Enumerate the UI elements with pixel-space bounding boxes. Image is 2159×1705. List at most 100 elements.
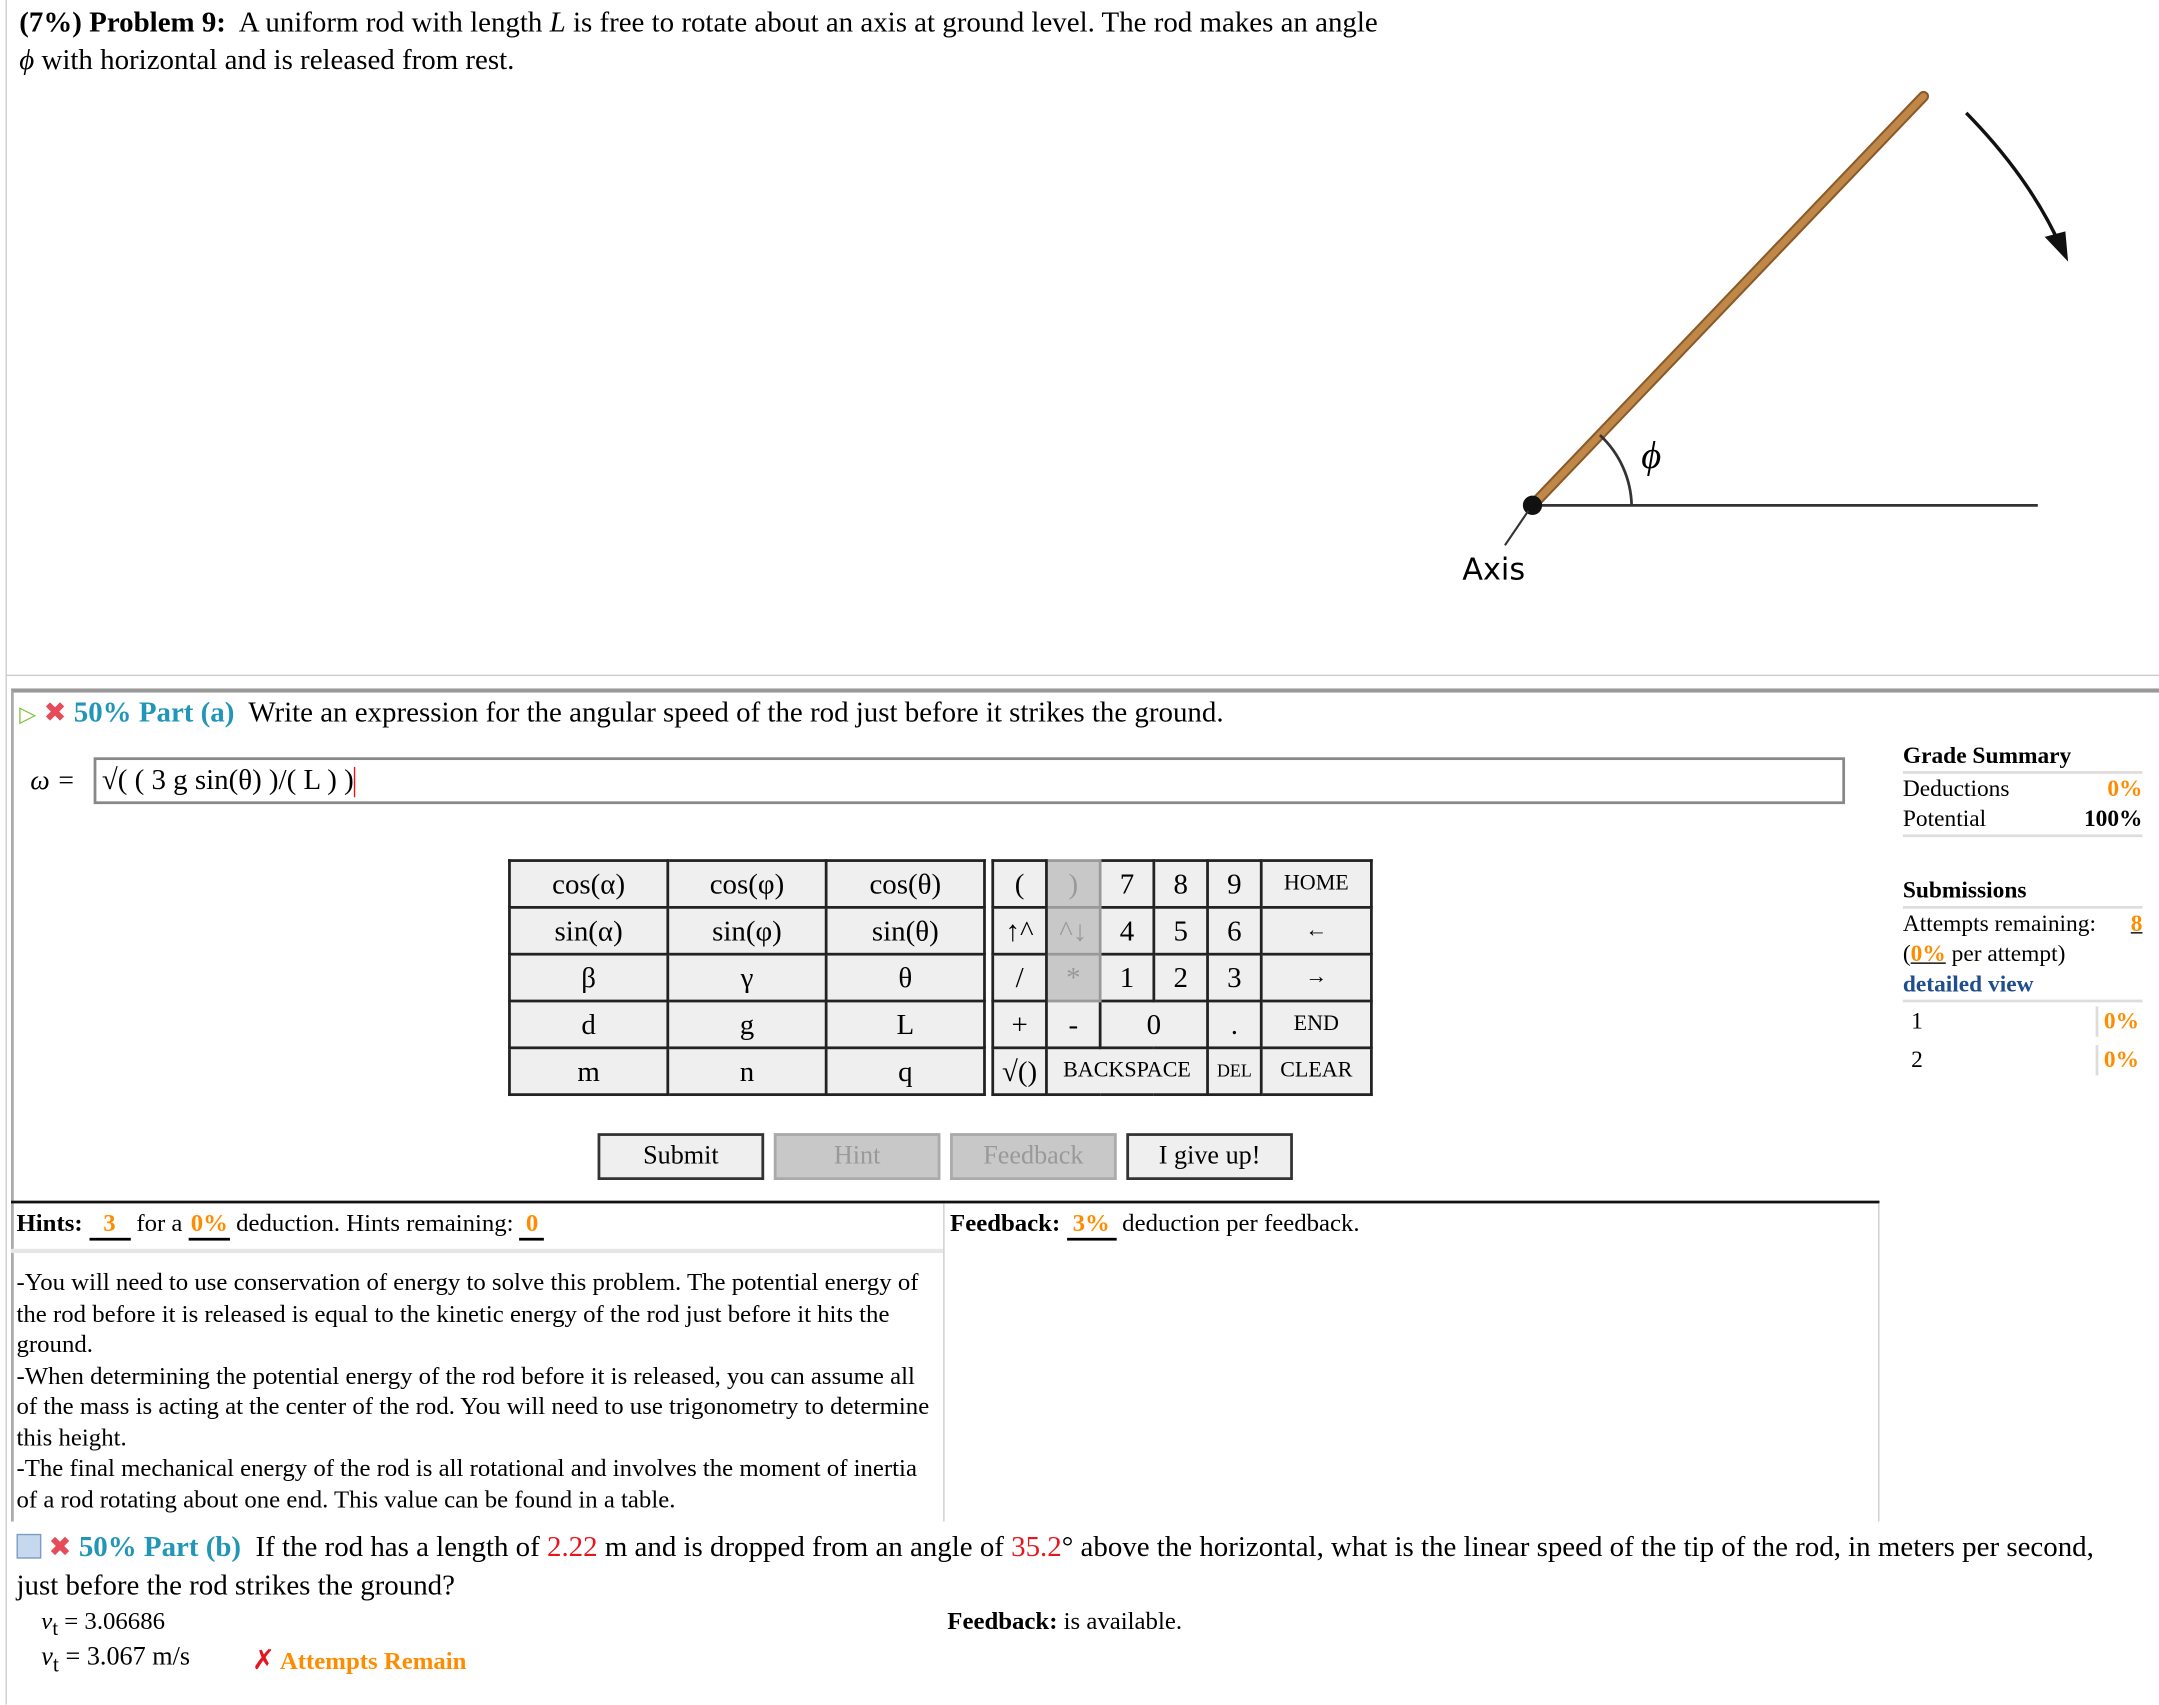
- part-a-question: Write an expression for the angular spee…: [248, 695, 1224, 729]
- expand-arrow-icon[interactable]: ▷: [19, 704, 36, 727]
- submission-number: 2: [1911, 1046, 1923, 1073]
- key-beta[interactable]: β: [508, 952, 670, 1003]
- formatted-answer: vt = 3.067 m/s: [41, 1643, 190, 1679]
- hints-header: Hints: 3 for a 0% deduction. Hints remai…: [11, 1203, 944, 1253]
- key-plus[interactable]: +: [991, 999, 1048, 1050]
- hints-remaining: 0: [519, 1209, 545, 1241]
- part-b-text: m and is dropped from an angle of: [604, 1529, 1004, 1563]
- hints-deduction: 0%: [188, 1209, 230, 1241]
- key-gamma[interactable]: γ: [666, 952, 828, 1003]
- angle-arc: [1599, 434, 1634, 506]
- angle-label: ϕ: [1641, 435, 1661, 477]
- per-attempt-value: 0%: [1910, 940, 1946, 967]
- key-9[interactable]: 9: [1206, 859, 1263, 909]
- key-cos-phi[interactable]: cos(φ): [666, 859, 828, 909]
- hints-body: -You will need to use conservation of en…: [11, 1253, 943, 1515]
- part-b-feedback: Feedback: is available.: [947, 1607, 1182, 1636]
- collapse-icon[interactable]: [16, 1533, 42, 1559]
- hints-label: Hints:: [16, 1208, 83, 1237]
- key-6[interactable]: 6: [1206, 906, 1263, 956]
- text-caret: [353, 767, 356, 798]
- key-clear[interactable]: CLEAR: [1259, 1046, 1373, 1097]
- key-minus[interactable]: -: [1045, 999, 1102, 1050]
- key-del[interactable]: DEL: [1206, 1046, 1263, 1097]
- give-up-button[interactable]: I give up!: [1126, 1133, 1293, 1181]
- key-L[interactable]: L: [824, 999, 986, 1050]
- answer-input[interactable]: √( ( 3 g sin(θ) )/( L ) ): [93, 757, 1846, 805]
- key-superscript[interactable]: ↑^: [991, 906, 1048, 956]
- key-q[interactable]: q: [824, 1046, 986, 1097]
- key-left-arrow[interactable]: ←: [1259, 906, 1373, 956]
- panel-border: [1878, 1203, 1880, 1522]
- divider: [5, 674, 2159, 677]
- potential-value: 100%: [2083, 805, 2143, 832]
- key-8[interactable]: 8: [1152, 859, 1209, 909]
- submissions-title: Submissions: [1902, 876, 2143, 909]
- submission-score: 0%: [2095, 1045, 2143, 1076]
- key-m[interactable]: m: [508, 1046, 670, 1097]
- part-b-text: If the rod has a length of: [255, 1529, 540, 1563]
- feedback-button: Feedback: [950, 1133, 1117, 1181]
- submission-score: 0%: [2095, 1006, 2143, 1037]
- part-b-label: 50% Part (b): [78, 1529, 242, 1563]
- part-b-header: ✖ 50% Part (b) If the rod has a length o…: [16, 1528, 2137, 1604]
- wrong-x-icon: ✗: [251, 1645, 276, 1676]
- submission-row: 1 0%: [1903, 1002, 2143, 1041]
- key-decimal[interactable]: .: [1206, 999, 1263, 1050]
- incorrect-x-icon: ✖: [43, 698, 67, 729]
- deductions-label: Deductions: [1902, 775, 2010, 802]
- key-subscript: ^↓: [1045, 906, 1102, 956]
- vt-raw-value: = 3.06686: [58, 1606, 165, 1635]
- key-g[interactable]: g: [666, 999, 828, 1050]
- axis-pointer: [1504, 510, 1530, 546]
- submit-button[interactable]: Submit: [597, 1133, 765, 1181]
- attempts-label: Attempts remaining:: [1902, 910, 2096, 937]
- submitted-answer: vt = 3.06686: [41, 1607, 165, 1642]
- key-theta[interactable]: θ: [824, 952, 986, 1003]
- part-a-header: ▷ ✖ 50% Part (a) Write an expression for…: [19, 695, 1223, 729]
- key-sin-alpha[interactable]: sin(α): [508, 906, 670, 956]
- key-d[interactable]: d: [508, 999, 670, 1050]
- key-0[interactable]: 0: [1098, 999, 1209, 1050]
- incorrect-x-icon: ✖: [48, 1532, 72, 1563]
- key-7[interactable]: 7: [1098, 859, 1156, 909]
- key-1[interactable]: 1: [1098, 952, 1156, 1003]
- keypad-numeric: () 7 8 9 HOME ↑^ ^↓ 4 5 6 ← / * 1 2 3 → + -0. END √() BAC…: [991, 859, 1373, 1097]
- rod-highlight: [1529, 92, 1927, 509]
- keypad-variables: cos(α) cos(φ) cos(θ) sin(α) sin(φ) sin(θ) βγ…: [508, 859, 986, 1097]
- key-n[interactable]: n: [666, 1046, 828, 1097]
- vt-value: = 3.067 m/s: [58, 1642, 191, 1672]
- key-3[interactable]: 3: [1206, 952, 1263, 1003]
- key-multiply: *: [1045, 952, 1102, 1003]
- answer-symbol: ω =: [30, 765, 76, 796]
- key-5[interactable]: 5: [1152, 906, 1209, 956]
- key-open-paren[interactable]: (: [991, 859, 1048, 909]
- submission-number: 1: [1911, 1007, 1923, 1035]
- hints-text: for a: [136, 1208, 183, 1237]
- feedback-panel: Feedback: 3% deduction per feedback.: [950, 1209, 1360, 1241]
- grade-summary: Grade Summary Deductions 0% Potential 100%…: [1902, 741, 2143, 1080]
- key-right-arrow[interactable]: →: [1259, 952, 1373, 1003]
- key-4[interactable]: 4: [1098, 906, 1156, 956]
- attempt-status-text: Attempts Remain: [279, 1646, 467, 1675]
- key-sin-phi[interactable]: sin(φ): [666, 906, 828, 956]
- hints-text: deduction. Hints remaining:: [236, 1208, 514, 1237]
- key-sin-theta[interactable]: sin(θ): [824, 906, 986, 956]
- feedback-deduction: 3%: [1066, 1209, 1116, 1241]
- answer-value: √( ( 3 g sin(θ) )/( L ) ): [101, 762, 354, 796]
- problem-page: (7%) Problem 9: A uniform rod with lengt…: [0, 0, 2159, 1705]
- key-end[interactable]: END: [1259, 999, 1373, 1050]
- attempts-value: 8: [2130, 910, 2143, 937]
- attempt-status: ✗ Attempts Remain: [252, 1643, 466, 1677]
- key-backspace[interactable]: BACKSPACE: [1045, 1046, 1209, 1097]
- key-home[interactable]: HOME: [1259, 859, 1373, 909]
- key-divide[interactable]: /: [991, 952, 1048, 1003]
- key-2[interactable]: 2: [1152, 952, 1209, 1003]
- key-cos-alpha[interactable]: cos(α): [508, 859, 670, 909]
- arrow-head-icon: [2044, 231, 2069, 262]
- key-cos-theta[interactable]: cos(θ): [824, 859, 986, 909]
- key-sqrt[interactable]: √(): [991, 1046, 1048, 1097]
- rod-diagram: ϕ Axis: [1462, 90, 2069, 588]
- hint-text: -You will need to use conservation of en…: [16, 1268, 919, 1358]
- detailed-view-link[interactable]: detailed view: [1902, 969, 2143, 1003]
